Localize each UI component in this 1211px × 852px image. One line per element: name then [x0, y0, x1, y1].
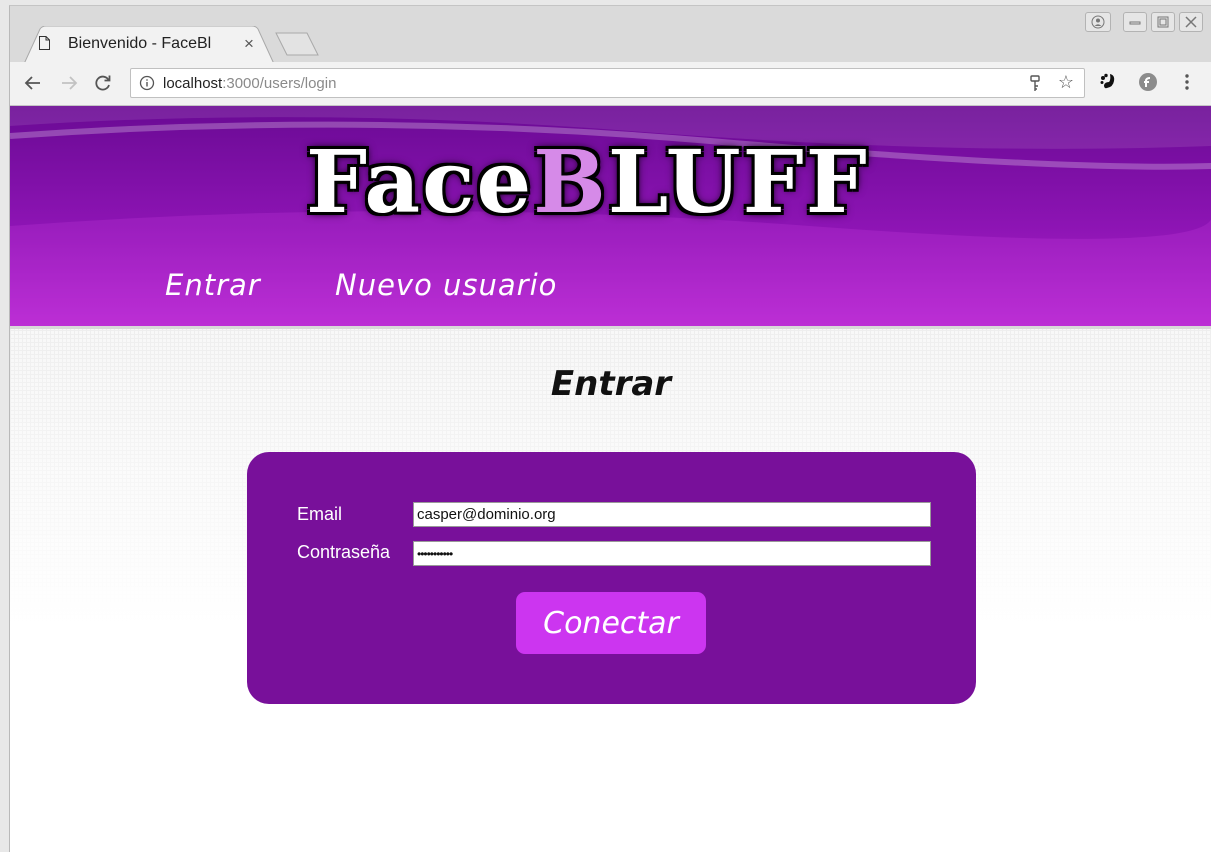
close-tab-icon[interactable]: × — [244, 34, 254, 54]
browser-window: Bienvenido - FaceBl × localhost:3000/use… — [9, 5, 1211, 852]
window-controls — [1085, 12, 1203, 32]
page-icon — [39, 36, 50, 50]
info-icon[interactable] — [139, 75, 155, 91]
url-path: :3000/users/login — [222, 75, 337, 92]
close-icon — [1185, 16, 1197, 28]
nav-entrar-link[interactable]: Entrar — [165, 268, 261, 302]
person-icon — [1091, 15, 1105, 29]
site-header: FaceBLUFF Entrar Nuevo usuario — [10, 106, 1211, 329]
logo-face: Face — [306, 132, 534, 233]
tab-bar: Bienvenido - FaceBl × — [10, 6, 1211, 64]
maximize-button[interactable] — [1151, 12, 1175, 32]
tab-title: Bienvenido - FaceBl — [68, 35, 212, 52]
address-bar[interactable]: localhost:3000/users/login ☆ — [130, 68, 1085, 98]
password-label: Contraseña — [297, 542, 391, 562]
minimize-button[interactable] — [1123, 12, 1147, 32]
close-window-button[interactable] — [1179, 12, 1203, 32]
email-field[interactable] — [413, 502, 931, 527]
nav-nuevo-usuario-link[interactable]: Nuevo usuario — [335, 268, 557, 302]
extension-circle-icon[interactable] — [1138, 72, 1158, 92]
web-page: FaceBLUFF Entrar Nuevo usuario Entrar Em… — [10, 106, 1211, 852]
browser-toolbar: localhost:3000/users/login ☆ — [10, 62, 1211, 106]
back-arrow-icon[interactable] — [22, 72, 44, 94]
key-icon[interactable] — [1028, 75, 1042, 93]
minimize-icon — [1129, 21, 1141, 25]
tab-fade — [215, 30, 237, 58]
url-text: localhost:3000/users/login — [163, 75, 336, 92]
site-logo[interactable]: FaceBLUFF — [306, 132, 926, 242]
gnome-extension-icon[interactable] — [1098, 72, 1118, 92]
profile-button[interactable] — [1085, 12, 1111, 32]
url-host: localhost — [163, 75, 223, 92]
logo-b: B — [533, 132, 608, 233]
menu-dots-icon[interactable] — [1182, 72, 1192, 92]
maximize-icon — [1157, 16, 1169, 28]
logo-text: FaceBLUFF — [306, 132, 869, 233]
email-label: Email — [297, 504, 343, 524]
password-field[interactable] — [413, 541, 931, 566]
new-tab-button[interactable] — [275, 32, 319, 56]
reload-icon[interactable] — [92, 72, 114, 94]
login-form: Email Contraseña Conectar — [247, 452, 976, 704]
star-icon[interactable]: ☆ — [1058, 72, 1074, 93]
page-title: Entrar — [550, 364, 672, 404]
forward-arrow-icon[interactable] — [58, 72, 80, 94]
connect-button[interactable]: Conectar — [516, 592, 706, 654]
logo-luff: LUFF — [607, 132, 869, 233]
